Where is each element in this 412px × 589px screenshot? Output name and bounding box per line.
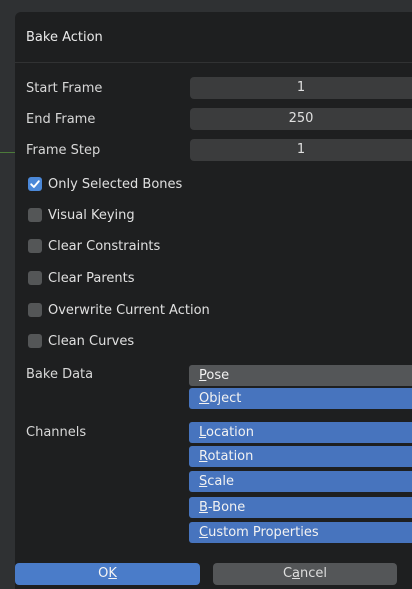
checkbox-unchecked-icon[interactable] — [28, 208, 42, 222]
frame-step-label: Frame Step — [26, 143, 101, 158]
rotation-label: otation — [207, 449, 254, 464]
end-frame-field[interactable]: 250 — [190, 108, 412, 130]
object-label: bject — [209, 391, 242, 406]
start-frame-label: Start Frame — [26, 81, 103, 96]
clear-parents-label: Clear Parents — [48, 270, 135, 286]
bake-data-pose-option[interactable]: Pose — [189, 365, 412, 386]
cancel-label-end: ncel — [300, 566, 328, 581]
bake-data-object-option[interactable]: Object — [189, 388, 412, 409]
channels-label: Channels — [26, 425, 87, 440]
checkbox-checked-icon[interactable] — [28, 177, 42, 191]
bake-data-label: Bake Data — [26, 367, 94, 382]
location-label: ocation — [206, 425, 254, 440]
checkbox-unchecked-icon[interactable] — [28, 271, 42, 285]
checkbox-unchecked-icon[interactable] — [28, 239, 42, 253]
overwrite-current-action-toggle[interactable]: Overwrite Current Action — [28, 301, 210, 319]
clean-curves-toggle[interactable]: Clean Curves — [28, 332, 134, 350]
cancel-mnemonic: a — [292, 566, 301, 581]
checkbox-unchecked-icon[interactable] — [28, 334, 42, 348]
ok-mnemonic: K — [108, 566, 117, 581]
viewport-axis-line — [0, 152, 15, 153]
visual-keying-toggle[interactable]: Visual Keying — [28, 206, 135, 224]
visual-keying-label: Visual Keying — [48, 207, 135, 223]
clear-parents-toggle[interactable]: Clear Parents — [28, 269, 135, 287]
scale-label: cale — [207, 474, 234, 489]
custom-properties-mnemonic: C — [199, 525, 209, 540]
channel-rotation-option[interactable]: Rotation — [189, 446, 412, 467]
channel-bbone-option[interactable]: B-Bone — [189, 497, 412, 518]
only-selected-bones-label: Only Selected Bones — [48, 176, 183, 192]
channel-scale-option[interactable]: Scale — [189, 471, 412, 492]
dialog-title: Bake Action — [26, 30, 103, 45]
bake-action-dialog: Bake Action Start Frame 1 End Frame 250 … — [15, 12, 412, 589]
checkbox-unchecked-icon[interactable] — [28, 303, 42, 317]
ok-button[interactable]: OK — [15, 563, 200, 585]
bbone-label: -Bone — [207, 500, 246, 515]
clean-curves-label: Clean Curves — [48, 333, 135, 349]
cancel-label-start: C — [282, 566, 293, 581]
clear-constraints-toggle[interactable]: Clear Constraints — [28, 237, 160, 255]
channel-custom-properties-option[interactable]: Custom Properties — [189, 522, 412, 543]
start-frame-field[interactable]: 1 — [190, 77, 412, 99]
channel-location-option[interactable]: Location — [189, 422, 412, 443]
end-frame-label: End Frame — [26, 112, 96, 127]
custom-properties-label: ustom Properties — [208, 525, 319, 540]
pose-label: ose — [206, 368, 230, 383]
overwrite-current-action-label: Overwrite Current Action — [48, 302, 210, 318]
clear-constraints-label: Clear Constraints — [48, 238, 161, 254]
frame-step-field[interactable]: 1 — [190, 139, 412, 161]
ok-label-start: O — [98, 566, 109, 581]
only-selected-bones-toggle[interactable]: Only Selected Bones — [28, 175, 182, 193]
bbone-mnemonic: B — [199, 500, 208, 515]
location-mnemonic: L — [199, 425, 207, 440]
cancel-button[interactable]: Cancel — [213, 563, 397, 585]
checkmark-icon — [30, 180, 40, 188]
object-mnemonic: O — [199, 391, 210, 406]
title-separator — [15, 62, 412, 63]
